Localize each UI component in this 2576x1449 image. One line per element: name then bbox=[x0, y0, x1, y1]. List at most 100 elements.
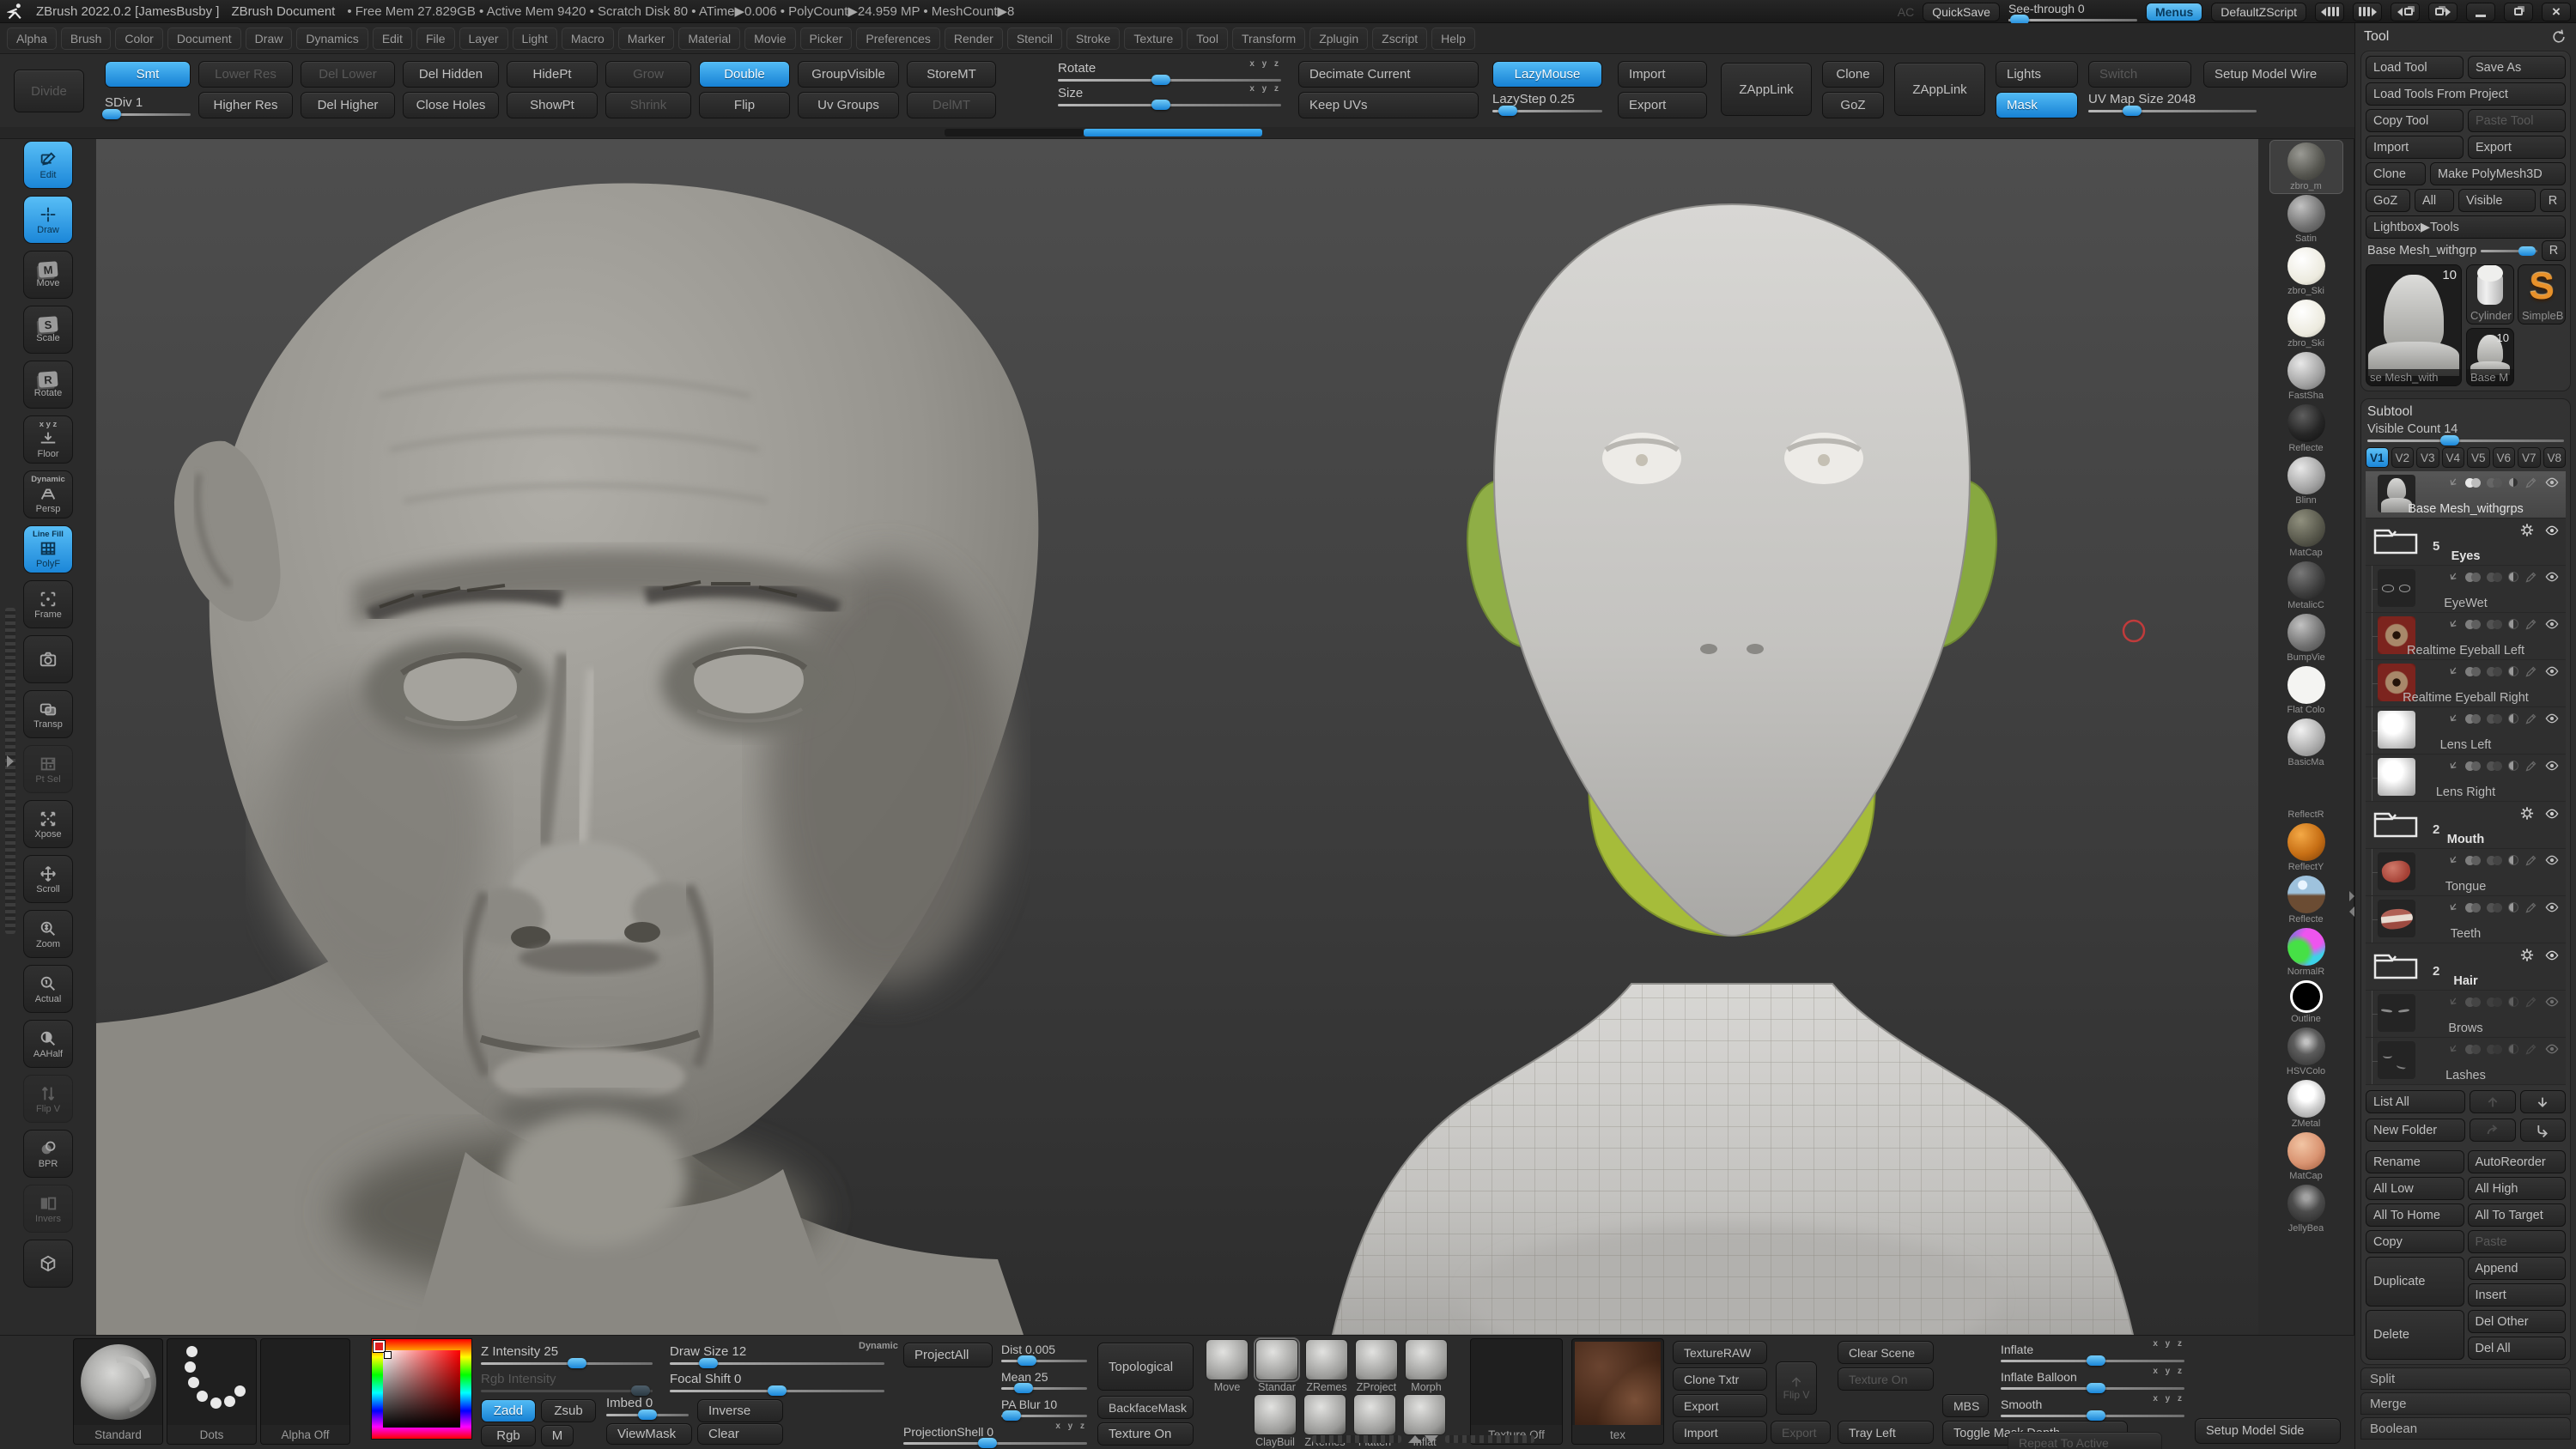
storemt-button[interactable]: StoreMT bbox=[907, 61, 996, 88]
menu-edit[interactable]: Edit bbox=[373, 27, 412, 50]
uv-map-size-slider[interactable]: UV Map Size 2048 bbox=[2088, 92, 2257, 112]
menu-document[interactable]: Document bbox=[167, 27, 241, 50]
left-tool-rotate[interactable]: RRotate bbox=[23, 361, 73, 409]
current-brush-thumbnail[interactable]: Standard bbox=[73, 1338, 163, 1445]
size-slider[interactable]: Sizex y z bbox=[1058, 86, 1281, 106]
save-as-button[interactable]: Save As bbox=[2468, 56, 2566, 79]
menu-zscript[interactable]: Zscript bbox=[1372, 27, 1427, 50]
goz-all-button[interactable]: All bbox=[2415, 189, 2454, 212]
setup-model-wire-button[interactable]: Setup Model Wire bbox=[2203, 61, 2348, 88]
subtool-tab-v8[interactable]: V8 bbox=[2543, 447, 2567, 468]
material-metalicc[interactable]: MetalicC bbox=[2270, 560, 2342, 612]
polypaint-toggle-icon[interactable] bbox=[2465, 620, 2481, 629]
load-tool-button[interactable]: Load Tool bbox=[2366, 56, 2464, 79]
rgb-intensity-slider[interactable]: Rgb Intensity bbox=[481, 1372, 653, 1392]
textureraw-button[interactable]: TextureRAW bbox=[1673, 1341, 1767, 1364]
texture-on-button[interactable]: Texture On bbox=[1097, 1422, 1194, 1446]
left-tool-floor[interactable]: x y zFloor bbox=[23, 415, 73, 464]
see-through-slider[interactable]: See-through 0 bbox=[2008, 2, 2137, 21]
mask-button[interactable]: Mask bbox=[1996, 92, 2078, 118]
menu-light[interactable]: Light bbox=[513, 27, 557, 50]
projectionshell-slider[interactable]: ProjectionShell 0x y z bbox=[903, 1425, 1087, 1445]
uv-toggle-icon[interactable] bbox=[2487, 667, 2502, 676]
dist-slider[interactable]: Dist 0.005 bbox=[1001, 1343, 1087, 1362]
visibility-eye-icon[interactable] bbox=[2543, 900, 2561, 914]
lower-res-button[interactable]: Lower Res bbox=[198, 61, 293, 88]
subtool-item-teeth[interactable]: Teeth bbox=[2366, 896, 2566, 943]
tool-name-slider[interactable] bbox=[2481, 250, 2537, 252]
setup-model-side-button[interactable]: Setup Model Side bbox=[2195, 1418, 2341, 1444]
texture-map-thumbnail[interactable]: tex bbox=[1571, 1338, 1664, 1445]
difference-icon[interactable] bbox=[2508, 666, 2518, 676]
merge-down-icon[interactable] bbox=[2446, 996, 2459, 1009]
texture-on-dim-button[interactable]: Texture On bbox=[1838, 1367, 1934, 1391]
uv-toggle-icon[interactable] bbox=[2487, 1045, 2502, 1054]
menu-transform[interactable]: Transform bbox=[1232, 27, 1305, 50]
subtool-item-brows[interactable]: Brows bbox=[2366, 991, 2566, 1038]
menu-render[interactable]: Render bbox=[945, 27, 1003, 50]
backfacemask-button[interactable]: BackfaceMask bbox=[1097, 1396, 1194, 1419]
tool-r-button[interactable]: R bbox=[2542, 240, 2566, 261]
uv-toggle-icon[interactable] bbox=[2487, 478, 2502, 488]
uv-toggle-icon[interactable] bbox=[2487, 714, 2502, 724]
list-all-button[interactable]: List All bbox=[2366, 1090, 2465, 1113]
difference-icon[interactable] bbox=[2508, 572, 2518, 582]
lightbox-tools-button[interactable]: Lightbox▶Tools bbox=[2366, 215, 2566, 239]
document-canvas[interactable] bbox=[96, 139, 2258, 1335]
mean-slider[interactable]: Mean 25 bbox=[1001, 1370, 1087, 1390]
material-reflecte[interactable]: Reflecte bbox=[2270, 403, 2342, 455]
menu-layer[interactable]: Layer bbox=[459, 27, 508, 50]
left-tool-xpose[interactable]: Xpose bbox=[23, 800, 73, 848]
insert-button[interactable]: Insert bbox=[2468, 1283, 2567, 1307]
subtool-item-lens-left[interactable]: Lens Left bbox=[2366, 707, 2566, 755]
polypaint-toggle-icon[interactable] bbox=[2465, 761, 2481, 771]
rotate-slider[interactable]: Rotatex y z bbox=[1058, 61, 1281, 82]
left-tool-flip-v[interactable]: Flip V bbox=[23, 1075, 73, 1123]
cylinder-tool-thumbnail[interactable]: Cylinder bbox=[2466, 264, 2514, 324]
polypaint-toggle-icon[interactable] bbox=[2465, 478, 2481, 488]
merge-down-icon[interactable] bbox=[2446, 571, 2459, 584]
dock-left-icon[interactable] bbox=[2391, 3, 2420, 21]
menu-alpha[interactable]: Alpha bbox=[7, 27, 57, 50]
merge-down-icon[interactable] bbox=[2446, 476, 2459, 489]
merge-down-icon[interactable] bbox=[2446, 665, 2459, 678]
visibility-eye-icon[interactable] bbox=[2543, 476, 2561, 489]
visibility-eye-icon[interactable] bbox=[2543, 570, 2561, 584]
goz-tool-button[interactable]: GoZ bbox=[2366, 189, 2410, 212]
difference-icon[interactable] bbox=[2508, 1044, 2518, 1054]
polypaint-toggle-icon[interactable] bbox=[2465, 573, 2481, 582]
color-picker[interactable] bbox=[371, 1338, 472, 1440]
minimize-icon[interactable] bbox=[2466, 3, 2495, 21]
showpt-button[interactable]: ShowPt bbox=[507, 92, 598, 118]
merge-down-icon[interactable] bbox=[2446, 1043, 2459, 1056]
difference-icon[interactable] bbox=[2508, 902, 2518, 912]
material-zbro_ski[interactable]: zbro_Ski bbox=[2270, 246, 2342, 298]
menu-brush[interactable]: Brush bbox=[61, 27, 112, 50]
subtool-tab-v2[interactable]: V2 bbox=[2391, 447, 2415, 468]
goz-visible-button[interactable]: Visible bbox=[2458, 189, 2536, 212]
visibility-eye-icon[interactable] bbox=[2543, 617, 2561, 631]
gear-icon[interactable] bbox=[2519, 948, 2535, 962]
material-basicma[interactable]: BasicMa bbox=[2270, 717, 2342, 769]
menu-stroke[interactable]: Stroke bbox=[1066, 27, 1120, 50]
material-reflecte[interactable]: Reflecte bbox=[2270, 874, 2342, 926]
brush-preset-zproject[interactable]: ZProject bbox=[1353, 1339, 1400, 1393]
subtool-tab-v3[interactable]: V3 bbox=[2416, 447, 2439, 468]
m-button[interactable]: M bbox=[541, 1425, 574, 1446]
viewmask-button[interactable]: ViewMask bbox=[606, 1423, 692, 1445]
difference-icon[interactable] bbox=[2508, 855, 2518, 865]
higher-res-button[interactable]: Higher Res bbox=[198, 92, 293, 118]
polypaint-toggle-icon[interactable] bbox=[2465, 1045, 2481, 1054]
tray-left-button[interactable]: Tray Left bbox=[1838, 1421, 1934, 1444]
active-tool-thumbnail[interactable]: 10 se Mesh_with bbox=[2366, 264, 2462, 386]
subtool-item-lashes[interactable]: Lashes bbox=[2366, 1038, 2566, 1085]
left-tool-camera[interactable] bbox=[23, 635, 73, 683]
menu-stencil[interactable]: Stencil bbox=[1007, 27, 1062, 50]
menu-preferences[interactable]: Preferences bbox=[856, 27, 939, 50]
material-zbro_ski[interactable]: zbro_Ski bbox=[2270, 298, 2342, 350]
base-mesh-tool-thumbnail[interactable]: 10 Base M bbox=[2466, 328, 2514, 386]
difference-icon[interactable] bbox=[2508, 713, 2518, 724]
polypaint-toggle-icon[interactable] bbox=[2465, 856, 2481, 865]
inflate-balloon-slider[interactable]: Inflate Balloonx y z bbox=[2001, 1370, 2184, 1390]
menu-picker[interactable]: Picker bbox=[800, 27, 853, 50]
